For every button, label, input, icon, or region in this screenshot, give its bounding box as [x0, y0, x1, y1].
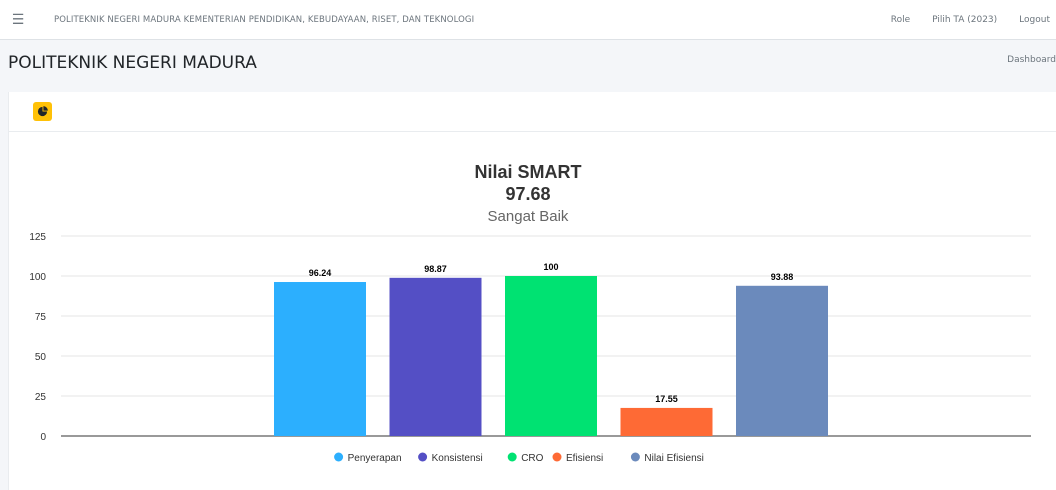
logout-link[interactable]: Logout: [1019, 15, 1050, 25]
legend-marker[interactable]: [552, 452, 562, 462]
bar-efisiensi[interactable]: [620, 407, 713, 436]
bar-chart: Nilai SMART97.68 Sangat Baik 0 25 50 75 100 125…: [29, 162, 1031, 464]
data-label: 96.24: [309, 268, 332, 278]
y-tick-label: 125: [29, 232, 46, 243]
y-tick-label: 0: [40, 432, 46, 443]
bar-penyerapan[interactable]: [274, 282, 366, 436]
data-label: 17.55: [655, 394, 678, 404]
legend-marker[interactable]: [630, 452, 640, 462]
legend-marker[interactable]: [507, 452, 517, 462]
bar-nilai-efisiensi[interactable]: [736, 285, 828, 436]
chart-title: Nilai SMART: [474, 162, 581, 182]
hamburger-icon[interactable]: ☰: [0, 0, 36, 40]
breadcrumb-dashboard[interactable]: Dashboard: [1007, 55, 1056, 65]
chart-subtitle: Sangat Baik: [488, 208, 569, 225]
legend-marker[interactable]: [418, 452, 428, 462]
y-tick-label: 50: [35, 352, 47, 363]
legend-item: Nilai Efisiensi: [644, 453, 703, 464]
legend-item: CRO: [521, 453, 543, 464]
y-tick-label: 100: [29, 272, 46, 283]
legend-item: Konsistensi: [432, 453, 483, 464]
chart-card: Nilai SMART 97.68 Sangat Baik 0 25 50 75 100 125…: [8, 92, 1056, 490]
bar-konsistensi[interactable]: [389, 277, 482, 436]
content-header: POLITEKNIK NEGERI MADURA Dashboard: [0, 40, 1056, 86]
top-navbar: ☰ POLITEKNIK NEGERI MADURA KEMENTERIAN P…: [0, 0, 1056, 40]
navbar-links: Role Pilih TA (2023) Logout: [891, 0, 1056, 40]
page-title: POLITEKNIK NEGERI MADURA: [8, 53, 257, 73]
chart-score-value: 97.68: [505, 184, 550, 204]
y-tick-label: 75: [35, 312, 47, 323]
legend-item: Penyerapan: [348, 453, 402, 464]
legend-marker[interactable]: [334, 452, 344, 462]
role-link[interactable]: Role: [891, 15, 910, 25]
bar-cro[interactable]: [505, 276, 597, 436]
data-label: 93.88: [771, 272, 794, 282]
navbar-title: POLITEKNIK NEGERI MADURA KEMENTERIAN PEN…: [54, 14, 475, 25]
academic-year-select-link[interactable]: Pilih TA (2023): [932, 15, 997, 25]
legend-item: Efisiensi: [566, 453, 603, 464]
data-label: 98.87: [424, 264, 447, 274]
y-tick-label: 25: [35, 392, 47, 403]
data-label: 100: [543, 262, 558, 272]
